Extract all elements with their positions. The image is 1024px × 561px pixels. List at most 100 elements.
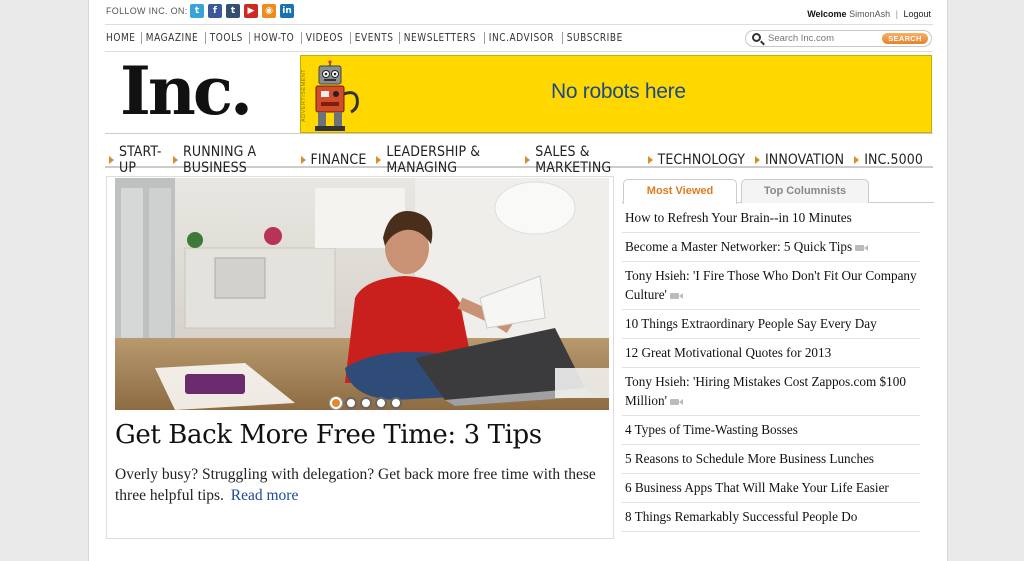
arrow-icon [109, 156, 114, 164]
list-item[interactable]: 6 Business Apps That Will Make Your Life… [622, 474, 920, 503]
search-box: SEARCH [745, 30, 932, 47]
follow-label: FOLLOW INC. ON: [106, 6, 188, 16]
tab-top-columnists[interactable]: Top Columnists [741, 179, 869, 203]
twitter-icon[interactable]: t [190, 4, 204, 18]
user-bar: Welcome SimonAsh | Logout [807, 9, 931, 19]
video-icon [669, 292, 683, 299]
social-icons: t f t ▶ ◉ in [190, 4, 294, 18]
inc-logo[interactable]: Inc. [120, 56, 253, 126]
list-item[interactable]: Tony Hsieh: 'I Fire Those Who Don't Fit … [622, 262, 920, 310]
article-title: 5 Reasons to Schedule More Business Lunc… [625, 451, 875, 466]
carousel-dot[interactable] [390, 397, 402, 409]
list-item[interactable]: How to Refresh Your Brain--in 10 Minutes [622, 204, 920, 233]
utility-nav-item-home[interactable]: HOME [106, 32, 139, 44]
main-nav-label: INNOVATION [765, 152, 845, 168]
masthead: Inc. ADVERTISEMENT No robots here [105, 52, 933, 134]
main-nav-label: START-UP [119, 144, 162, 176]
carousel-dot[interactable] [375, 397, 387, 409]
article-title: Become a Master Networker: 5 Quick Tips [625, 239, 853, 254]
sidebar-tabs: Most Viewed Top Columnists [622, 179, 934, 204]
top-bar: FOLLOW INC. ON: t f t ▶ ◉ in Welcome SimonAsh… [89, 0, 947, 24]
search-icon [752, 33, 761, 42]
carousel-dot[interactable] [345, 397, 357, 409]
arrow-icon [525, 156, 531, 164]
list-item[interactable]: Tony Hsieh: 'Hiring Mistakes Cost Zappos… [622, 368, 920, 416]
main-nav-item-technology[interactable]: TECHNOLOGY [647, 144, 745, 176]
arrow-icon [376, 156, 382, 164]
article-title: Tony Hsieh: 'I Fire Those Who Don't Fit … [625, 268, 917, 302]
linkedin-icon[interactable]: in [280, 4, 294, 18]
main-nav-label: LEADERSHIP & MANAGING [386, 144, 481, 176]
carousel-dot[interactable] [330, 397, 342, 409]
sidebar: Most Viewed Top Columnists How to Refres… [622, 176, 934, 539]
most-viewed-list: How to Refresh Your Brain--in 10 Minutes… [622, 204, 920, 532]
advertisement-banner[interactable]: ADVERTISEMENT No robots here [300, 55, 932, 133]
list-item[interactable]: 4 Types of Time-Wasting Bosses [622, 416, 920, 445]
video-icon [669, 398, 683, 405]
carousel-dots [330, 397, 402, 409]
utility-nav-item-subscribe[interactable]: SUBSCRIBE [562, 32, 627, 44]
main-nav-label: RUNNING A BUSINESS [183, 144, 257, 176]
article-title: 10 Things Extraordinary People Say Every… [625, 316, 877, 331]
facebook-icon[interactable]: f [208, 4, 222, 18]
search-input[interactable] [768, 32, 878, 45]
list-item[interactable]: Become a Master Networker: 5 Quick Tips [622, 233, 920, 262]
utility-nav-item-magazine[interactable]: MAGAZINE [141, 32, 202, 44]
separator: | [895, 9, 898, 19]
main-nav-item-finance[interactable]: FINANCE [300, 144, 367, 176]
main-nav-label: INC.5000 [864, 152, 923, 168]
utility-nav-item-how-to[interactable]: HOW-TO [249, 32, 298, 44]
utility-nav-item-videos[interactable]: VIDEOS [300, 32, 347, 44]
list-item[interactable]: 8 Things Remarkably Successful People Do [622, 503, 920, 532]
article-title: 12 Great Motivational Quotes for 2013 [625, 345, 832, 360]
article-title: 4 Types of Time-Wasting Bosses [625, 422, 798, 437]
main-nav: START-UP RUNNING A BUSINESS FINANCE LEADERS… [105, 138, 933, 176]
utility-nav-item-tools[interactable]: TOOLS [205, 32, 247, 44]
arrow-icon [173, 156, 179, 164]
page: FOLLOW INC. ON: t f t ▶ ◉ in Welcome SimonAsh… [88, 0, 948, 561]
featured-headline[interactable]: Get Back More Free Time: 3 Tips [115, 420, 542, 450]
blurb-text: Overly busy? Struggling with delegation?… [115, 466, 596, 504]
main-nav-item-inc-5000[interactable]: INC.5000 [854, 144, 923, 176]
list-item[interactable]: 5 Reasons to Schedule More Business Lunc… [622, 445, 920, 474]
main-nav-item-start-up[interactable]: START-UP [109, 144, 163, 176]
utility-nav-item-events[interactable]: EVENTS [349, 32, 397, 44]
main-nav-label: FINANCE [310, 152, 367, 168]
logout-link[interactable]: Logout [903, 9, 931, 19]
utility-nav-item-inc-advisor[interactable]: INC.ADVISOR [484, 32, 558, 44]
tab-most-viewed[interactable]: Most Viewed [623, 179, 737, 204]
welcome-label: Welcome [807, 9, 847, 19]
arrow-icon [854, 156, 860, 164]
username[interactable]: SimonAsh [849, 9, 890, 19]
featured-story: Get Back More Free Time: 3 Tips Overly b… [106, 176, 614, 539]
utility-nav: HOME MAGAZINE TOOLS HOW-TO VIDEOS EVENTS NEWSL… [105, 24, 933, 52]
main-nav-item-innovation[interactable]: INNOVATION [755, 144, 844, 176]
arrow-icon [647, 156, 653, 164]
featured-photo[interactable] [115, 178, 609, 410]
main-nav-item-running-a-business[interactable]: RUNNING A BUSINESS [173, 144, 290, 176]
arrow-icon [300, 156, 306, 164]
ad-text: No robots here [551, 80, 686, 103]
read-more-link[interactable]: Read more [231, 487, 299, 504]
arrow-icon [755, 156, 760, 164]
list-item[interactable]: 10 Things Extraordinary People Say Every… [622, 310, 920, 339]
main-nav-item-sales-marketing[interactable]: SALES & MARKETING [525, 144, 637, 176]
main-nav-label: SALES & MARKETING [535, 144, 612, 176]
robot-illustration [315, 60, 359, 131]
article-title: 8 Things Remarkably Successful People Do [625, 509, 858, 524]
main-nav-item-leadership-managing[interactable]: LEADERSHIP & MANAGING [376, 144, 515, 176]
youtube-icon[interactable]: ▶ [244, 4, 258, 18]
utility-nav-item-newsletters[interactable]: NEWSLETTERS [399, 32, 480, 44]
rss-icon[interactable]: ◉ [262, 4, 276, 18]
main-nav-list: START-UP RUNNING A BUSINESS FINANCE LEADERS… [109, 144, 933, 176]
main-nav-label: TECHNOLOGY [657, 152, 745, 168]
video-icon [855, 244, 869, 251]
search-button[interactable]: SEARCH [882, 33, 928, 44]
ad-label: ADVERTISEMENT [301, 68, 307, 122]
article-title: Tony Hsieh: 'Hiring Mistakes Cost Zappos… [625, 374, 906, 408]
article-title: 6 Business Apps That Will Make Your Life… [625, 480, 889, 495]
list-item[interactable]: 12 Great Motivational Quotes for 2013 [622, 339, 920, 368]
tumblr-icon[interactable]: t [226, 4, 240, 18]
article-title: How to Refresh Your Brain--in 10 Minutes [625, 210, 852, 225]
carousel-dot[interactable] [360, 397, 372, 409]
